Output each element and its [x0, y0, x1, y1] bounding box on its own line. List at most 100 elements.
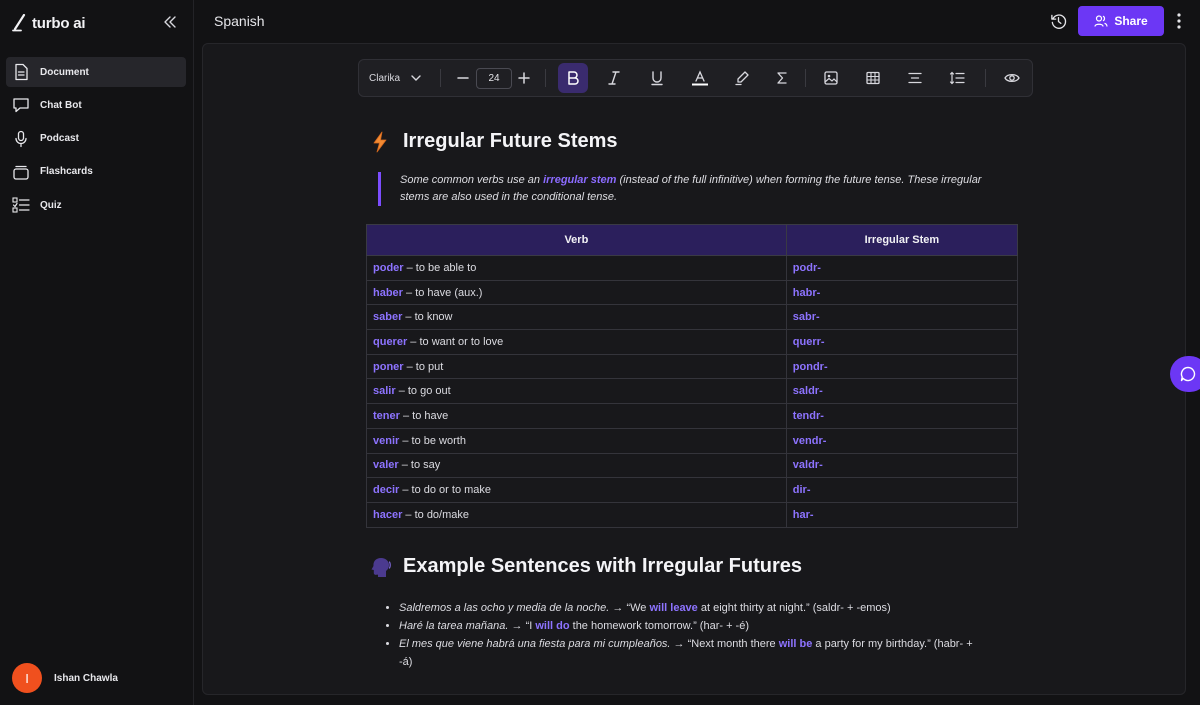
list-item: Saldremos a las ocho y media de la noche… [399, 599, 987, 617]
verb-meaning: – to say [398, 459, 441, 472]
translation-text: the homework tomorrow.” (har- + -é) [569, 620, 749, 632]
italic-button[interactable] [604, 60, 624, 96]
insert-image-button[interactable] [821, 60, 841, 96]
translation-highlight: will be [778, 638, 813, 650]
stem-value: valdr- [792, 459, 823, 472]
verb-meaning: – to know [402, 311, 453, 324]
list-item: El mes que viene habrá una fiesta para m… [399, 635, 987, 671]
verb-meaning: – to do or to make [399, 484, 492, 497]
stem-cell: habr- [785, 279, 1019, 306]
stem-value: habr- [792, 286, 821, 299]
highlight-button[interactable] [732, 60, 752, 96]
stem-cell: tendr- [785, 403, 1019, 429]
decrease-font-size-button[interactable] [453, 60, 473, 96]
verb-infinitive: haber [373, 286, 403, 299]
stem-cell: har- [785, 501, 1019, 528]
verb-meaning: – to put [403, 360, 444, 373]
document-title[interactable]: Spanish [214, 13, 265, 29]
verb-infinitive: venir [373, 434, 400, 447]
verb-meaning: – to be able to [403, 261, 477, 274]
sidebar-item-document[interactable]: Document [6, 57, 186, 87]
spanish-sentence: El mes que viene habrá una fiesta para m… [399, 638, 671, 650]
table-row: hacer – to do/make har- [366, 501, 1019, 528]
heading-text: Example Sentences with Irregular Futures [403, 555, 803, 577]
stem-value: tendr- [792, 409, 824, 422]
verb-meaning: – to want or to love [407, 335, 504, 348]
table-icon [866, 71, 880, 85]
align-center-button[interactable] [905, 60, 925, 96]
line-spacing-button[interactable] [947, 60, 967, 96]
verb-cell: haber – to have (aux.) [366, 279, 787, 306]
avatar: I [12, 663, 42, 693]
text-color-button[interactable] [689, 60, 711, 96]
app-logo[interactable]: turbo ai [12, 12, 86, 34]
font-family-select[interactable]: Clarika [369, 60, 427, 96]
translation-text: at eight thirty at night.” (saldr- + -em… [697, 602, 891, 614]
translation-highlight: will do [535, 620, 570, 632]
stem-cell: dir- [785, 477, 1019, 503]
toolbar-divider [985, 69, 986, 87]
callout-note: Some common verbs use an irregular stem … [378, 172, 998, 206]
table-row: saber – to know sabr- [366, 304, 1019, 331]
verb-meaning: – to do/make [402, 508, 470, 521]
preview-button[interactable] [1001, 60, 1023, 96]
increase-font-size-button[interactable] [514, 60, 534, 96]
list-item: Haré la tarea mañana. → “I will do the h… [399, 617, 987, 635]
table-row: tener – to have tendr- [366, 403, 1019, 429]
sigma-icon [777, 72, 787, 84]
bold-button[interactable] [558, 63, 588, 93]
table-row: querer – to want or to love querr- [366, 329, 1019, 355]
verb-meaning: – to be worth [399, 434, 466, 447]
history-icon[interactable] [1050, 13, 1067, 30]
translation-highlight: will leave [649, 602, 698, 614]
toolbar-divider [440, 69, 441, 87]
translation-text: → “I [508, 620, 536, 632]
verb-cell: saber – to know [366, 304, 787, 331]
table-row: valer – to say valdr- [366, 452, 1019, 479]
more-options-icon[interactable] [1172, 12, 1186, 30]
translation-text: → “We [609, 602, 650, 614]
share-label: Share [1114, 14, 1148, 28]
underline-button[interactable] [647, 60, 667, 96]
sidebar-nav: Document Chat Bot Podcast Flashcards Qui… [6, 57, 186, 223]
equation-button[interactable] [772, 60, 792, 96]
stem-value: pondr- [792, 360, 828, 373]
table-row: decir – to do or to make dir- [366, 477, 1019, 503]
verb-cell: decir – to do or to make [366, 477, 787, 503]
speaking-head-icon [371, 557, 391, 577]
sidebar: turbo ai Document Chat Bot Podcast Flash… [0, 0, 194, 705]
table-row: haber – to have (aux.) habr- [366, 279, 1019, 306]
sidebar-item-podcast[interactable]: Podcast [6, 124, 186, 154]
sidebar-item-label: Podcast [40, 133, 79, 145]
share-button[interactable]: Share [1078, 6, 1164, 36]
verb-cell: tener – to have [366, 403, 787, 429]
italic-icon [608, 71, 620, 85]
section-heading-irregular-stems: Irregular Future Stems [369, 130, 618, 153]
sidebar-item-chat-bot[interactable]: Chat Bot [6, 90, 186, 120]
verb-meaning: – to have (aux.) [402, 286, 483, 299]
stem-cell: saldr- [785, 378, 1019, 405]
table-header-row: Verb Irregular Stem [366, 224, 1019, 256]
sidebar-item-label: Flashcards [40, 166, 93, 178]
user-profile[interactable]: I Ishan Chawla [12, 663, 118, 693]
stem-value: saldr- [792, 385, 823, 398]
stem-value: vendr- [792, 434, 827, 447]
verb-infinitive: hacer [373, 508, 403, 521]
text-color-icon [692, 70, 708, 86]
stem-value: har- [792, 508, 814, 521]
sidebar-item-quiz[interactable]: Quiz [6, 190, 186, 220]
image-icon [824, 71, 838, 85]
font-size-input[interactable]: 24 [476, 68, 512, 89]
turbo-logo-icon [12, 14, 26, 32]
collapse-sidebar-icon[interactable] [162, 14, 178, 30]
lightning-icon [373, 131, 387, 152]
stem-cell: podr- [785, 255, 1019, 281]
chevron-down-icon [411, 75, 421, 81]
document-panel: Clarika 24 Irregular Future Stems Some c… [202, 43, 1186, 695]
chat-fab-button[interactable] [1170, 356, 1200, 392]
sidebar-item-flashcards[interactable]: Flashcards [6, 157, 186, 187]
flashcards-icon [13, 165, 29, 180]
toolbar-divider [805, 69, 806, 87]
insert-table-button[interactable] [863, 60, 883, 96]
verb-cell: venir – to be worth [366, 427, 787, 454]
